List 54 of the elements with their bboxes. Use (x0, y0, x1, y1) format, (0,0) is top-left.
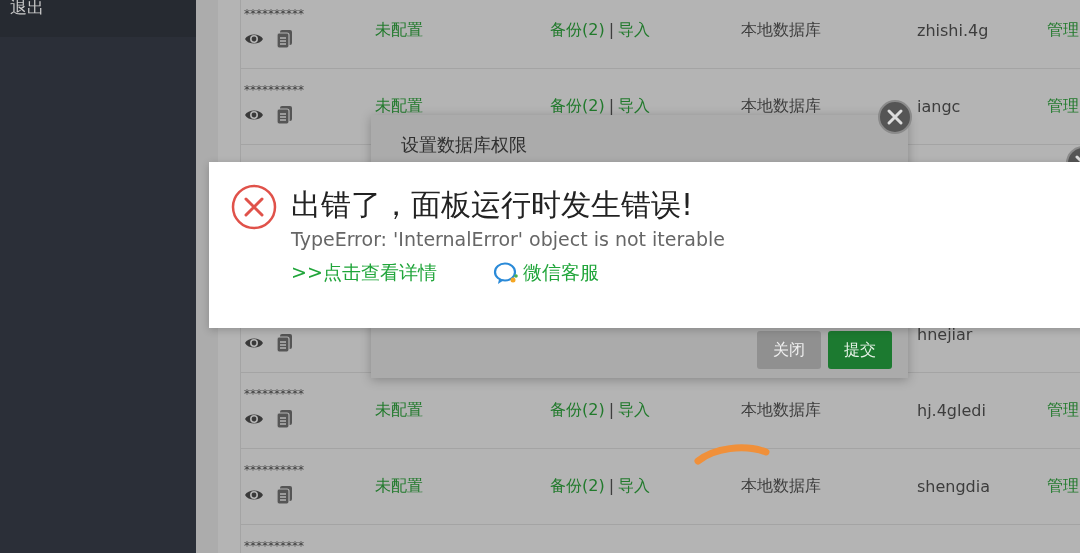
import-link[interactable]: 导入 (618, 400, 651, 421)
password-text: ********** (244, 387, 305, 401)
import-link[interactable]: 导入 (618, 476, 651, 497)
import-link[interactable]: 导入 (618, 96, 651, 117)
database-name-text: hnejiar (917, 325, 974, 344)
remark-link[interactable]: 未配置 (375, 476, 550, 497)
close-icon[interactable] (878, 100, 912, 134)
remark-link[interactable]: 未配置 (375, 20, 550, 41)
backup-link[interactable]: 备份(2) (550, 96, 605, 117)
separator-text: | (608, 96, 615, 117)
import-link[interactable]: 导入 (618, 20, 651, 41)
location-text: 本地数据库 (741, 400, 822, 421)
copy-icon[interactable] (276, 409, 294, 429)
password-text: ********** (244, 7, 305, 21)
eye-icon[interactable] (244, 336, 264, 350)
wechat-support-link[interactable]: 微信客服 (522, 260, 599, 286)
copy-icon[interactable] (276, 105, 294, 125)
eye-icon[interactable] (244, 412, 264, 426)
copy-icon[interactable] (276, 333, 294, 353)
remark-link[interactable]: 未配置 (375, 96, 550, 117)
location-text: 本地数据库 (741, 476, 822, 497)
backup-link[interactable]: 备份(2) (550, 476, 605, 497)
close-button[interactable]: 关闭 (757, 331, 821, 369)
database-name-text: shengdia (917, 477, 992, 496)
copy-icon[interactable] (276, 485, 294, 505)
password-text: ********** (244, 539, 305, 553)
password-text: ********** (244, 83, 305, 97)
location-text: 本地数据库 (741, 20, 822, 41)
database-name-text: hj.4gledi (917, 401, 987, 420)
separator-text: | (608, 400, 615, 421)
submit-button[interactable]: 提交 (828, 331, 892, 369)
manage-link[interactable]: 管理 (1047, 400, 1080, 421)
eye-icon[interactable] (244, 488, 264, 502)
manage-link[interactable]: 管理 (1047, 476, 1080, 497)
copy-icon[interactable] (276, 29, 294, 49)
manage-link[interactable]: 管理 (1047, 96, 1080, 117)
manage-link[interactable]: 管理 (1047, 20, 1080, 41)
separator-text: | (608, 20, 615, 41)
backup-link[interactable]: 备份(2) (550, 400, 605, 421)
password-text: ********** (244, 463, 305, 477)
separator-text: | (608, 476, 615, 497)
error-icon (231, 184, 277, 230)
chat-bubble-icon (492, 261, 519, 285)
database-name-text: zhishi.4g (917, 21, 990, 40)
database-name-text: iangc (917, 97, 962, 116)
backup-link[interactable]: 备份(2) (550, 20, 605, 41)
location-text: 本地数据库 (741, 96, 822, 117)
eye-icon[interactable] (244, 32, 264, 46)
error-message: TypeError: 'InternalError' object is not iterable (291, 227, 725, 252)
error-title: 出错了，面板运行时发生错误! (291, 186, 695, 224)
eye-icon[interactable] (244, 108, 264, 122)
dialog-title: 设置数据库权限 (401, 133, 527, 157)
remark-link[interactable]: 未配置 (375, 400, 550, 421)
details-link[interactable]: >>点击查看详情 (291, 260, 437, 286)
